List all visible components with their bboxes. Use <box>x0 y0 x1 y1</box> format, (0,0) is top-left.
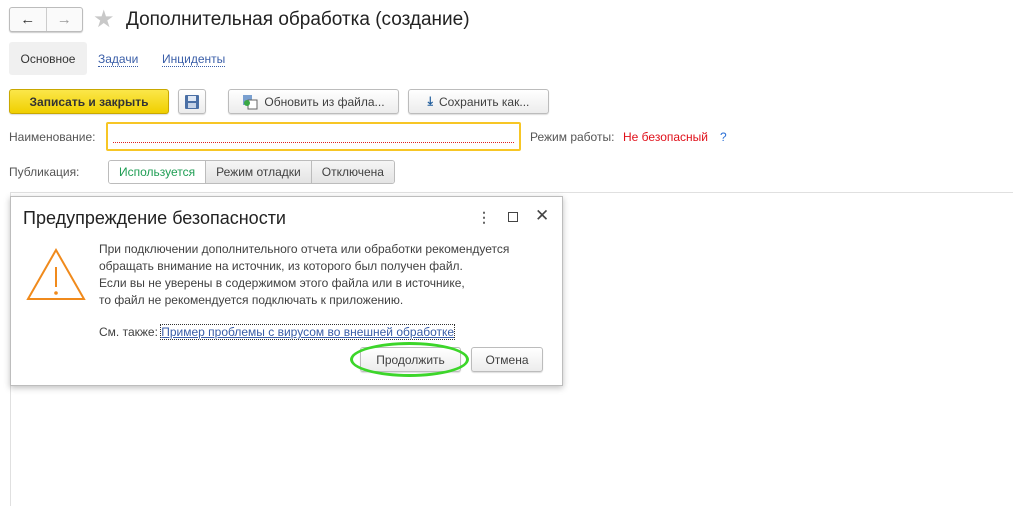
tab-incidents[interactable]: Инциденты <box>162 52 226 67</box>
divider <box>10 192 1013 193</box>
cancel-button[interactable]: Отмена <box>471 347 543 372</box>
page-title: Дополнительная обработка (создание) <box>126 9 470 30</box>
back-button[interactable]: ← <box>10 8 47 31</box>
favorite-star-icon[interactable]: ★ <box>93 5 115 34</box>
publication-option-used[interactable]: Используется <box>109 161 206 183</box>
navigation-buttons: ← → <box>9 7 83 32</box>
tab-tasks[interactable]: Задачи <box>98 52 139 67</box>
mode-label: Режим работы: <box>530 130 615 144</box>
save-as-button[interactable]: ⤓ Сохранить как... <box>408 89 549 114</box>
close-icon[interactable]: ✕ <box>535 206 549 226</box>
dialog-title: Предупреждение безопасности <box>23 208 286 228</box>
tab-main[interactable]: Основное <box>9 42 87 75</box>
update-file-icon <box>243 94 258 109</box>
see-also-label: См. также: <box>99 325 158 339</box>
update-from-file-button[interactable]: Обновить из файла... <box>228 89 399 114</box>
publication-label: Публикация: <box>9 165 80 179</box>
mode-value: Не безопасный <box>623 130 708 144</box>
warning-triangle-icon <box>26 247 86 300</box>
help-link[interactable]: ? <box>720 130 727 144</box>
forward-button[interactable]: → <box>47 8 83 31</box>
maximize-icon[interactable] <box>508 212 518 222</box>
publication-option-debug[interactable]: Режим отладки <box>205 161 311 183</box>
message-line: При подключении дополнительного отчета и… <box>99 242 510 256</box>
security-warning-dialog: Предупреждение безопасности ⋮ ✕ При подк… <box>10 196 563 386</box>
save-button[interactable] <box>178 89 206 114</box>
virus-example-link[interactable]: Пример проблемы с вирусом во внешней обр… <box>160 324 456 340</box>
update-from-file-label: Обновить из файла... <box>264 94 385 109</box>
save-as-label: Сохранить как... <box>438 94 530 109</box>
publication-switch: Используется Режим отладки Отключена <box>108 160 395 184</box>
message-line: то файл не рекомендуется подключать к пр… <box>99 293 404 307</box>
floppy-disk-icon <box>185 94 199 109</box>
download-icon: ⤓ <box>427 94 433 108</box>
highlight-ellipse <box>350 342 469 377</box>
more-icon[interactable]: ⋮ <box>477 209 491 226</box>
publication-option-disabled[interactable]: Отключена <box>310 161 394 183</box>
name-label: Наименование: <box>9 130 96 144</box>
message-line: Если вы не уверены в содержимом этого фа… <box>99 276 465 290</box>
dialog-message: При подключении дополнительного отчета и… <box>99 241 559 341</box>
message-line: обращать внимание на источник, из которо… <box>99 259 463 273</box>
name-input[interactable] <box>106 122 521 151</box>
save-and-close-button[interactable]: Записать и закрыть <box>9 89 169 114</box>
